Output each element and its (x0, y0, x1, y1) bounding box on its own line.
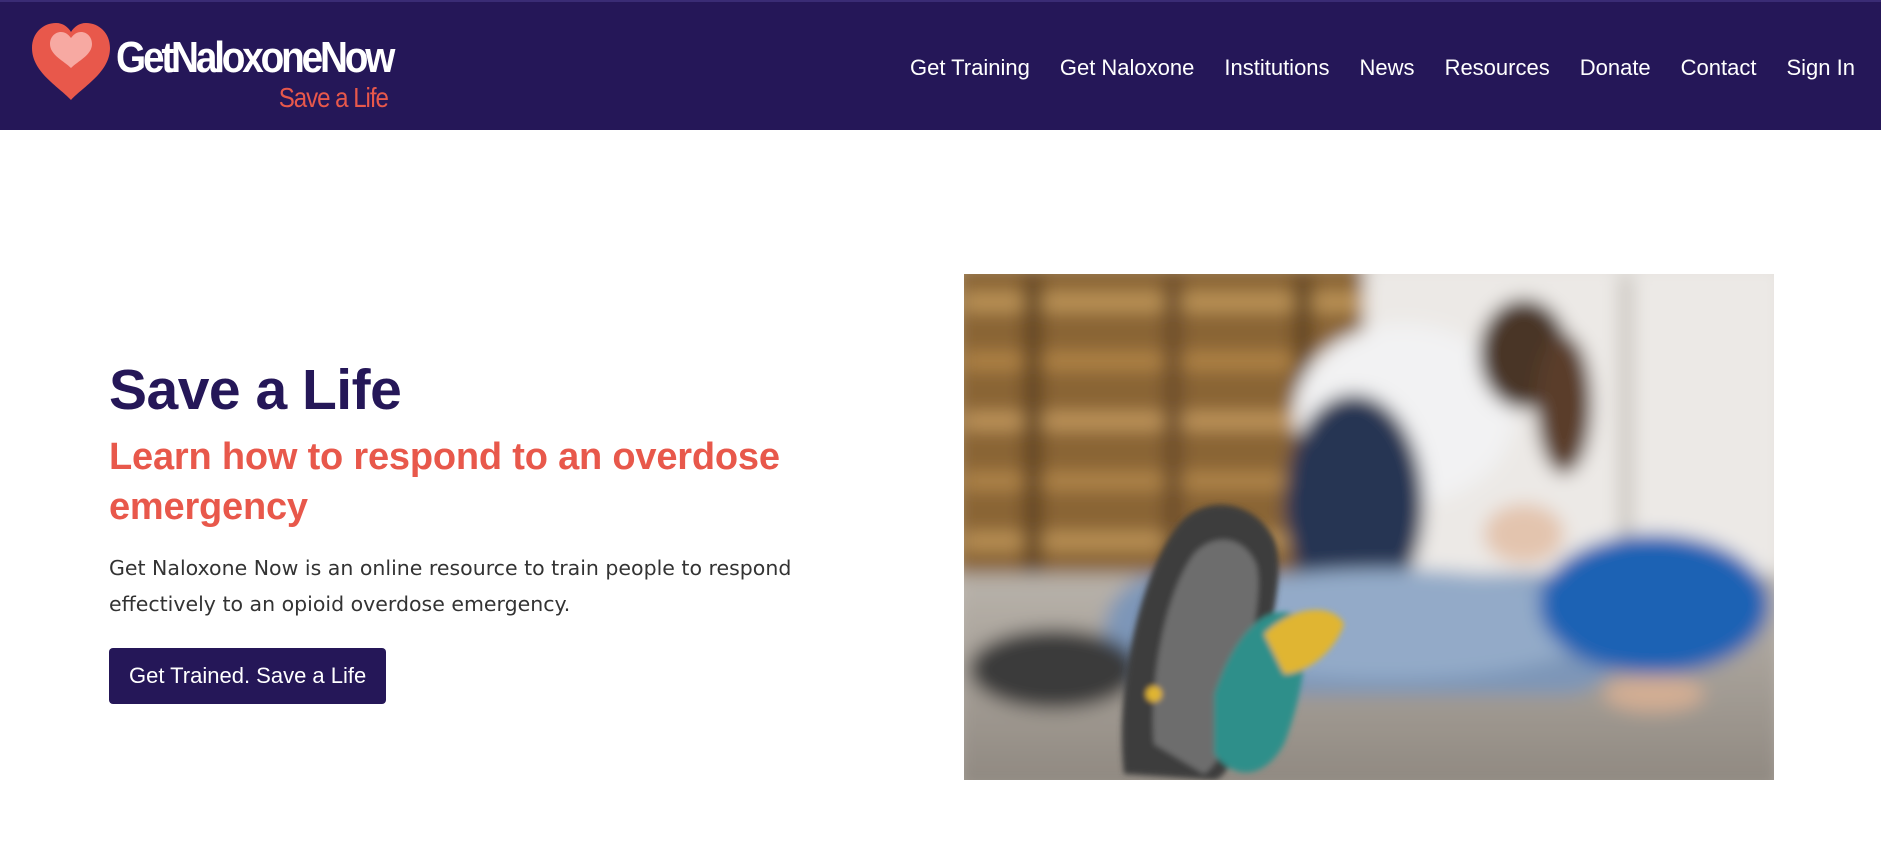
nav-get-naloxone[interactable]: Get Naloxone (1060, 54, 1195, 82)
nav-institutions[interactable]: Institutions (1224, 54, 1329, 82)
heart-icon (32, 23, 110, 100)
site-header: GetNaloxoneNow Save a Life Get Training … (0, 0, 1881, 130)
hero-text-block: Save a Life Learn how to respond to an o… (109, 352, 809, 704)
hero-photo (964, 274, 1774, 780)
hero-description: Get Naloxone Now is an online resource t… (109, 556, 792, 616)
nav-sign-in[interactable]: Sign In (1787, 54, 1856, 82)
get-trained-button[interactable]: Get Trained. Save a Life (109, 648, 387, 704)
nav-news[interactable]: News (1360, 54, 1415, 82)
site-logo[interactable]: GetNaloxoneNow Save a Life (28, 20, 395, 120)
logo-tagline: Save a Life (278, 82, 389, 113)
nav-get-training[interactable]: Get Training (910, 54, 1030, 82)
nav-contact[interactable]: Contact (1681, 54, 1757, 82)
main-nav: Get Training Get Naloxone Institutions N… (880, 54, 1855, 82)
hero-subtitle: Learn how to respond to an overdose emer… (109, 436, 780, 528)
logo-name: GetNaloxoneNow (116, 33, 395, 82)
hero-title: Save a Life (109, 358, 402, 422)
nav-donate[interactable]: Donate (1580, 54, 1651, 82)
nav-resources[interactable]: Resources (1445, 54, 1550, 82)
hero-photo-illustration (964, 274, 1774, 780)
